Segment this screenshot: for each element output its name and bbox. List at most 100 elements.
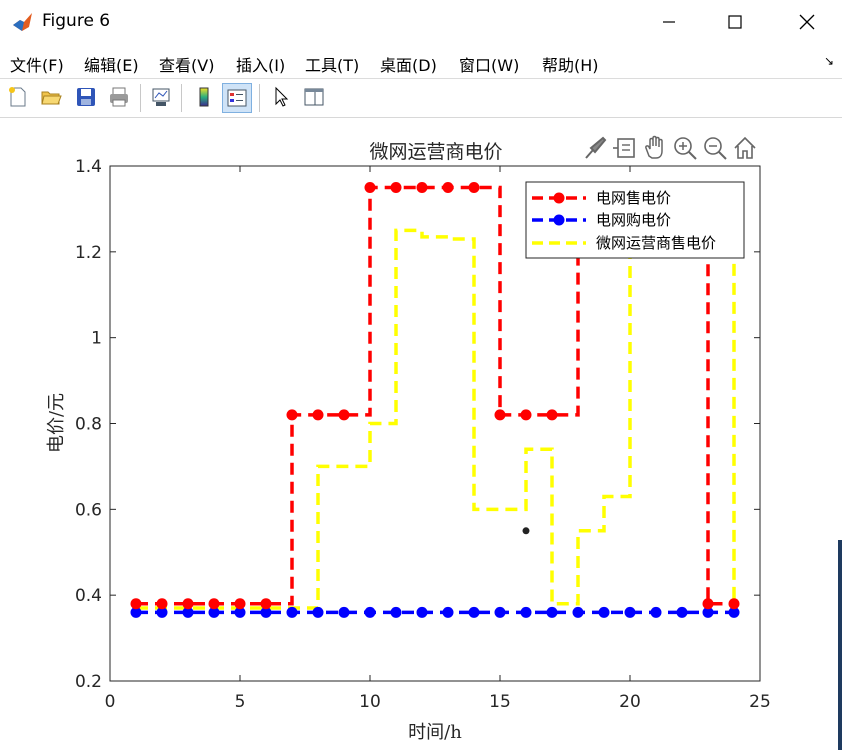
legend-label-mg: 微网运营商售电价 (596, 234, 716, 252)
y-tick-label: 0.4 (75, 586, 102, 606)
series-buy-price-point (572, 606, 584, 618)
save-button[interactable] (72, 83, 100, 111)
menu-insert[interactable]: 插入(I) (236, 52, 285, 76)
link-plot-icon (152, 88, 170, 106)
pan-icon[interactable] (645, 135, 663, 159)
menu-help[interactable]: 帮助(H) (542, 52, 599, 76)
y-tick-label: 0.8 (75, 415, 102, 435)
save-icon (77, 88, 95, 106)
y-axis-label: 电价/元 (46, 393, 67, 453)
series-sell-price-point (546, 409, 558, 421)
series-sell-price-point (390, 181, 402, 193)
axes-toolbar (585, 135, 756, 160)
series-sell-price-point (520, 409, 532, 421)
home-icon[interactable] (734, 136, 756, 159)
print-icon (110, 87, 128, 107)
series-buy-price-point (416, 606, 428, 618)
series-sell-price-point (208, 598, 220, 610)
colorbar-button[interactable] (190, 83, 218, 111)
series-buy-price-point (286, 606, 298, 618)
series-sell-price-point (182, 598, 194, 610)
legend[interactable]: 电网售电价 电网购电价 微网运营商售电价 (525, 181, 745, 259)
dock-arrow-icon[interactable]: ↘ (824, 54, 834, 68)
toolbar-separator (140, 84, 141, 112)
x-tick-label: 20 (619, 692, 641, 712)
figure-window: Figure 6 文件(F) 编辑(E) 查看(V) 插入(I) 工具(T) 桌… (0, 0, 842, 750)
series-buy-price-point (598, 606, 610, 618)
legend-marker-buy (553, 214, 565, 226)
chart: 微网运营商电价 0 5 10 15 20 25 0.2 0.4 0.6 0.8 1 1.2 1.4 时… (46, 135, 771, 743)
series-sell-price-point (364, 181, 376, 193)
series-buy-price-point (520, 606, 532, 618)
toolbar-separator (181, 84, 182, 112)
menu-desktop[interactable]: 桌面(D) (380, 52, 437, 76)
series-sell-price-point (442, 181, 454, 193)
x-axis-label: 时间/h (408, 722, 462, 743)
y-tick-label: 1.4 (75, 157, 102, 177)
menu-bar: 文件(F) 编辑(E) 查看(V) 插入(I) 工具(T) 桌面(D) 窗口(W… (0, 44, 842, 79)
open-button[interactable] (37, 83, 65, 111)
series-sell-price-point (260, 598, 272, 610)
series-buy-price-point (546, 606, 558, 618)
y-tick-label: 0.2 (75, 672, 102, 692)
series-sell-price-point (702, 598, 714, 610)
minimize-button[interactable] (646, 0, 692, 44)
maximize-button[interactable] (712, 0, 758, 44)
series-sell-price-point (494, 409, 506, 421)
series-sell-price-point (338, 409, 350, 421)
series-buy-price-point (468, 606, 480, 618)
print-button[interactable] (105, 83, 133, 111)
new-file-button[interactable] (4, 83, 32, 111)
menu-edit[interactable]: 编辑(E) (84, 52, 139, 76)
menu-window[interactable]: 窗口(W) (459, 52, 519, 76)
legend-label-sell: 电网售电价 (596, 189, 671, 207)
toolbar-separator (259, 84, 260, 112)
figure-toolbar (0, 79, 842, 118)
y-tick-label: 1.2 (75, 243, 102, 263)
data-tip-icon[interactable] (613, 138, 635, 158)
menu-file[interactable]: 文件(F) (10, 52, 64, 76)
property-editor-button[interactable] (300, 83, 328, 111)
series-buy-price-point (624, 606, 636, 618)
series-buy-price-point (312, 606, 324, 618)
series-sell-price-point (728, 598, 740, 610)
series-buy-price-point (390, 606, 402, 618)
chart-title: 微网运营商电价 (369, 141, 502, 163)
series-buy-price-point (494, 606, 506, 618)
brush-icon[interactable] (585, 136, 607, 159)
title-bar: Figure 6 (0, 0, 842, 44)
legend-icon (227, 89, 247, 107)
close-button[interactable] (784, 0, 830, 44)
series-buy-price-point (676, 606, 688, 618)
menu-tools[interactable]: 工具(T) (305, 52, 359, 76)
pointer-icon (275, 86, 289, 107)
pointer-button[interactable] (267, 83, 295, 111)
legend-label-buy: 电网购电价 (596, 211, 671, 229)
property-editor-icon (304, 88, 324, 106)
colorbar-icon (199, 87, 209, 107)
link-plot-button[interactable] (147, 83, 175, 111)
series-sell-price-point (130, 598, 142, 610)
x-tick-label: 15 (489, 692, 511, 712)
new-file-icon (9, 87, 26, 107)
x-tick-label: 0 (105, 692, 116, 712)
minimize-icon (663, 21, 675, 23)
series-buy-price-point (442, 606, 454, 618)
zoom-in-icon[interactable] (674, 137, 697, 160)
background-window-edge (838, 540, 842, 750)
series-sell-price-point (156, 598, 168, 610)
close-icon (799, 14, 815, 30)
series-sell-price-point (468, 181, 480, 193)
series-buy-price-point (338, 606, 350, 618)
legend-button[interactable] (222, 83, 252, 113)
menu-view[interactable]: 查看(V) (159, 52, 214, 76)
x-tick-label: 25 (749, 692, 771, 712)
zoom-out-icon[interactable] (704, 137, 727, 160)
figure-canvas: 微网运营商电价 0 5 10 15 20 25 0.2 0.4 0.6 0.8 1 1.2 1.4 时… (0, 118, 842, 750)
open-folder-icon (41, 91, 62, 105)
x-tick-label: 10 (359, 692, 381, 712)
y-tick-label: 0.6 (75, 500, 102, 520)
series-buy-price-point (364, 606, 376, 618)
matlab-icon (12, 11, 34, 33)
series-sell-price-point (416, 181, 428, 193)
